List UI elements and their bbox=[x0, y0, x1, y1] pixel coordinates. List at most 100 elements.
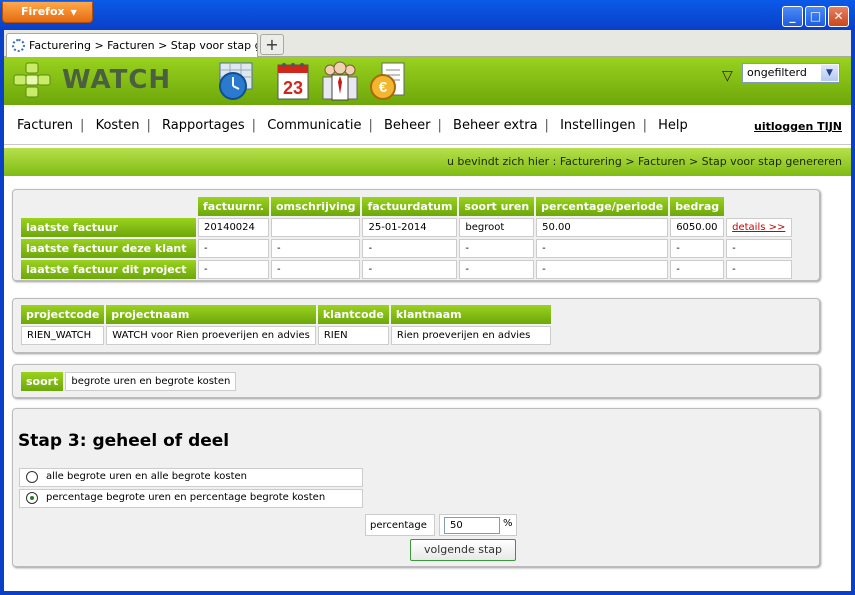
soort-panel: soort begrote uren en begrote kosten bbox=[12, 364, 820, 398]
radio-option-percentage[interactable] bbox=[26, 492, 38, 504]
nav-item-help[interactable]: Help bbox=[658, 118, 688, 133]
firefox-menu-label: Firefox bbox=[21, 5, 65, 18]
table-cell: 6050.00 bbox=[670, 218, 725, 237]
table-row: laatste factuur deze klant - - - - - - - bbox=[21, 239, 793, 258]
table-cell: - bbox=[670, 260, 725, 279]
option-all[interactable]: alle begrote uren en alle begrote kosten bbox=[19, 468, 363, 487]
option-percentage-label: percentage begrote uren en percentage be… bbox=[46, 492, 326, 503]
step-title: Stap 3: geheel of deel bbox=[18, 431, 230, 451]
maximize-button[interactable]: □ bbox=[805, 6, 826, 27]
table-row: laatste factuur 20140024 25-01-2014 begr… bbox=[21, 218, 793, 237]
header-spacer bbox=[21, 197, 196, 216]
nav-separator: | bbox=[642, 118, 647, 133]
nav-item-instellingen[interactable]: Instellingen bbox=[560, 118, 636, 133]
web-page: WATCH 23 € ▽ ongefilterd ▼ Facturen | Ko… bbox=[4, 57, 851, 591]
row-label: laatste factuur dit project bbox=[21, 260, 196, 279]
firefox-menu-button[interactable]: Firefox ▼ bbox=[2, 1, 93, 23]
nav-item-kosten[interactable]: Kosten bbox=[96, 118, 140, 133]
table-cell: 20140024 bbox=[198, 218, 269, 237]
app-header: WATCH 23 € ▽ ongefilterd ▼ bbox=[4, 57, 851, 105]
details-link[interactable]: details >> bbox=[732, 222, 785, 233]
column-header: projectnaam bbox=[106, 305, 316, 324]
nav-item-rapportages[interactable]: Rapportages bbox=[162, 118, 245, 133]
percentage-label: percentage bbox=[365, 514, 435, 536]
nav-item-beheer-extra[interactable]: Beheer extra bbox=[453, 118, 538, 133]
table-cell: details >> bbox=[726, 218, 793, 237]
table-cell: 25-01-2014 bbox=[362, 218, 458, 237]
nav-item-facturen[interactable]: Facturen bbox=[17, 118, 73, 133]
main-nav: Facturen | Kosten | Rapportages | Communica… bbox=[4, 105, 851, 145]
logo-text: WATCH bbox=[62, 65, 172, 95]
next-step-button[interactable]: volgende stap bbox=[410, 539, 516, 561]
watch-logo-icon bbox=[13, 62, 51, 98]
breadcrumb: u bevindt zich hier : Facturering > Fact… bbox=[4, 148, 851, 176]
radio-option-all[interactable] bbox=[26, 471, 38, 483]
percent-sign: % bbox=[503, 518, 513, 529]
table-cell: - bbox=[536, 260, 669, 279]
option-percentage[interactable]: percentage begrote uren en percentage be… bbox=[19, 489, 363, 508]
minimize-button[interactable]: _ bbox=[782, 6, 803, 27]
table-cell: - bbox=[459, 239, 535, 258]
dropdown-arrow-icon: ▼ bbox=[70, 8, 77, 17]
euro-invoice-icon[interactable]: € bbox=[368, 60, 408, 102]
table-cell: - bbox=[536, 239, 669, 258]
close-window-button[interactable]: ✕ bbox=[828, 6, 849, 27]
table-cell: RIEN bbox=[317, 326, 389, 345]
table-cell: 50.00 bbox=[536, 218, 669, 237]
tab-bar: Facturering > Facturen > Stap voor stap … bbox=[4, 30, 851, 57]
table-row: RIEN_WATCH WATCH voor Rien proeverijen e… bbox=[21, 326, 551, 345]
table-cell: - bbox=[670, 239, 725, 258]
people-icon[interactable] bbox=[320, 60, 360, 102]
calendar-day: 23 bbox=[283, 78, 303, 98]
step-panel: Stap 3: geheel of deel alle begrote uren… bbox=[12, 408, 820, 567]
new-tab-button[interactable]: + bbox=[260, 34, 284, 55]
table-cell bbox=[270, 218, 361, 237]
column-header: klantcode bbox=[317, 305, 389, 324]
nav-separator: | bbox=[437, 118, 442, 133]
soort-table: soort begrote uren en begrote kosten bbox=[19, 370, 238, 393]
nav-item-beheer[interactable]: Beheer bbox=[384, 118, 431, 133]
nav-separator: | bbox=[368, 118, 373, 133]
table-cell: - bbox=[362, 239, 458, 258]
loading-icon bbox=[12, 39, 25, 52]
chevron-down-icon[interactable]: ▼ bbox=[821, 65, 838, 81]
browser-tab[interactable]: Facturering > Facturen > Stap voor stap … bbox=[6, 33, 258, 57]
nav-separator: | bbox=[544, 118, 549, 133]
soort-label: soort bbox=[21, 372, 64, 391]
table-cell: - bbox=[726, 239, 793, 258]
clock-icon[interactable] bbox=[216, 60, 256, 102]
column-header: klantnaam bbox=[390, 305, 551, 324]
header-spacer bbox=[726, 197, 792, 216]
table-cell: WATCH voor Rien proeverijen en advies bbox=[106, 326, 316, 345]
soort-value: begrote uren en begrote kosten bbox=[65, 372, 237, 391]
calendar-icon[interactable]: 23 bbox=[274, 60, 314, 102]
invoice-history-table: factuurnr. omschrijving factuurdatum soo… bbox=[19, 195, 794, 281]
column-header: factuurnr. bbox=[198, 197, 269, 216]
row-label: laatste factuur bbox=[21, 218, 196, 237]
row-label: laatste factuur deze klant bbox=[21, 239, 196, 258]
column-header: bedrag bbox=[670, 197, 725, 216]
table-cell: Rien proeverijen en advies bbox=[390, 326, 551, 345]
project-table: projectcode projectnaam klantcode klantn… bbox=[19, 303, 553, 347]
filter-value: ongefilterd bbox=[747, 66, 807, 79]
table-cell: - bbox=[198, 239, 269, 258]
invoice-history-panel: factuurnr. omschrijving factuurdatum soo… bbox=[12, 189, 820, 281]
table-cell: - bbox=[198, 260, 269, 279]
nav-item-communicatie[interactable]: Communicatie bbox=[267, 118, 361, 133]
nav-separator: | bbox=[80, 118, 85, 133]
title-bar: Firefox ▼ _ □ ✕ bbox=[0, 0, 855, 30]
column-header: omschrijving bbox=[270, 197, 361, 216]
nav-separator: | bbox=[251, 118, 257, 133]
table-cell: - bbox=[726, 260, 793, 279]
filter-select[interactable]: ongefilterd ▼ bbox=[742, 63, 840, 83]
logout-link[interactable]: uitloggen TIJN bbox=[754, 120, 842, 133]
table-cell: - bbox=[270, 260, 361, 279]
table-cell: - bbox=[459, 260, 535, 279]
table-cell: - bbox=[270, 239, 361, 258]
browser-client: Facturering > Facturen > Stap voor stap … bbox=[4, 30, 851, 591]
percentage-input[interactable] bbox=[444, 517, 500, 534]
svg-text:€: € bbox=[379, 79, 388, 96]
table-cell: begroot bbox=[459, 218, 535, 237]
column-header: factuurdatum bbox=[362, 197, 458, 216]
percentage-cell: % bbox=[439, 514, 517, 536]
